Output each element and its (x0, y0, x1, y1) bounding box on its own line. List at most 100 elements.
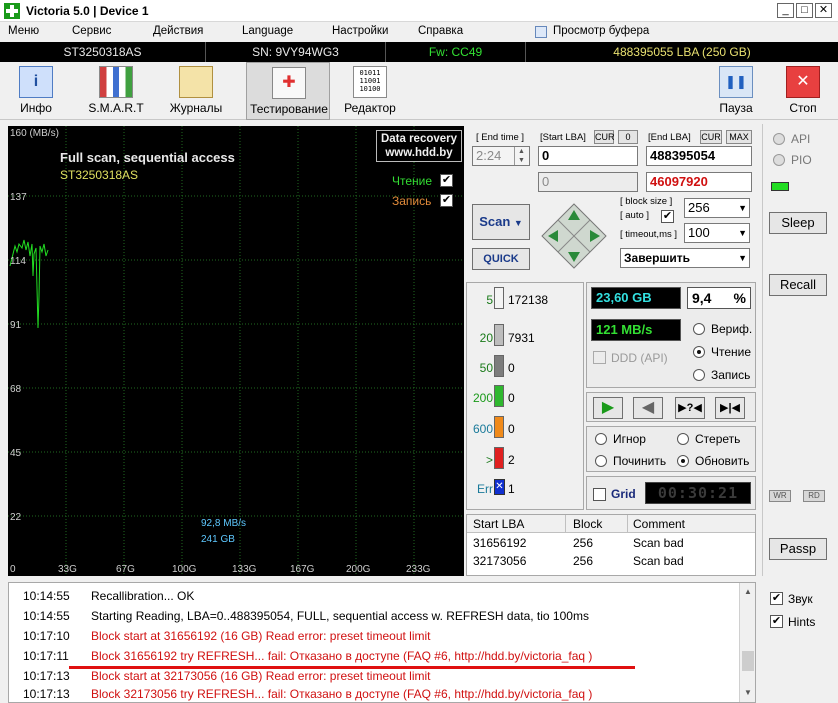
menu-settings[interactable]: Настройки (332, 25, 388, 37)
y-label-114: 114 (10, 256, 26, 267)
buffer-view-button[interactable]: Просмотр буфера (553, 25, 649, 37)
col-comment[interactable]: Comment (633, 517, 685, 531)
block-200-label: 200 (472, 391, 493, 405)
journals-button[interactable]: Журналы (156, 62, 236, 120)
start-lba-field[interactable]: 0 (538, 146, 638, 166)
stop-button[interactable]: ✕ Стоп (763, 62, 838, 120)
scroll-down-icon[interactable]: ▼ (740, 686, 755, 700)
table-row[interactable]: 31656192 256 Scan bad (467, 534, 755, 552)
end-lba-field[interactable]: 488395054 (646, 146, 752, 166)
smart-button[interactable]: S.M.A.R.T (76, 62, 156, 120)
log-line: 10:17:13 Block start at 32173056 (16 GB) … (23, 669, 431, 683)
percent-value: 9,4 (692, 290, 712, 306)
testing-button[interactable]: ✚ Тестирование (246, 62, 330, 120)
grid-checkbox[interactable] (593, 488, 606, 501)
timeout-select[interactable]: 100 ▼ (684, 223, 750, 243)
journal-icon (179, 66, 213, 98)
repair-radio[interactable] (595, 455, 607, 467)
menu-main[interactable]: Меню (8, 25, 39, 37)
row-comment: Scan bad (633, 554, 684, 568)
editor-label: Редактор (344, 101, 396, 115)
ignore-radio[interactable] (595, 433, 607, 445)
log-line: 10:17:11 Block 31656192 try REFRESH... fa… (23, 649, 592, 663)
maximize-button[interactable]: □ (796, 3, 813, 18)
row-start-lba: 31656192 (473, 536, 527, 550)
y-label-91: 91 (10, 320, 22, 331)
ddd-api-checkbox[interactable] (593, 351, 606, 364)
menu-language[interactable]: Language (242, 25, 293, 37)
block-size-select[interactable]: 256 ▼ (684, 198, 750, 218)
pio-radio[interactable] (773, 154, 785, 166)
log-time: 10:14:55 (23, 589, 70, 603)
sleep-button[interactable]: Sleep (769, 212, 827, 234)
y-label-160: 160 (MB/s) (10, 128, 59, 139)
log-scrollbar[interactable]: ▲ ▼ (739, 583, 755, 702)
log-time: 10:17:10 (23, 629, 70, 643)
row-block: 256 (573, 554, 594, 568)
read-radio[interactable] (693, 346, 705, 358)
block-600-label: 600 (472, 422, 493, 436)
minimize-button[interactable]: _ (777, 3, 794, 18)
scroll-up-icon[interactable]: ▲ (740, 585, 755, 599)
graph-write-checkbox[interactable]: ✔ (440, 194, 453, 207)
erase-radio[interactable] (677, 433, 689, 445)
x-label-33g: 33G (58, 564, 77, 575)
repair-label: Починить (613, 454, 667, 468)
block-5-label: 5 (486, 293, 493, 307)
start-lba-label: [Start LBA] (540, 132, 586, 143)
scroll-thumb[interactable] (742, 651, 754, 671)
finish-action-select[interactable]: Завершить ▼ (620, 248, 750, 268)
hints-label: Hints (788, 615, 816, 629)
current-lba-red-field: 46097920 (646, 172, 752, 192)
wr-indicator: WR (769, 490, 791, 502)
playback-panel: ▶ ◀ ▶?◀ ▶|◀ (586, 392, 756, 422)
auto-label: [ auto ] (620, 210, 650, 221)
hints-checkbox[interactable]: ✔ (770, 615, 783, 628)
menu-actions[interactable]: Действия (153, 25, 203, 37)
play-backward-icon[interactable]: ◀ (633, 397, 663, 419)
sound-label: Звук (788, 592, 813, 606)
end-time-spinner[interactable]: ▲ ▼ (514, 147, 528, 165)
options-panel: ✔ Звук ✔ Hints (762, 582, 834, 703)
info-button[interactable]: i Инфо (0, 62, 76, 120)
butterfly-seek-icon[interactable]: ▶|◀ (715, 397, 745, 419)
graph-read-checkbox[interactable]: ✔ (440, 174, 453, 187)
col-block[interactable]: Block (573, 517, 602, 531)
table-row[interactable]: 32173056 256 Scan bad (467, 552, 755, 570)
sound-checkbox[interactable]: ✔ (770, 592, 783, 605)
start-cur-button[interactable]: CUR (594, 130, 615, 144)
recall-button[interactable]: Recall (769, 274, 827, 296)
data-recovery-text: Data recovery (380, 133, 458, 145)
direction-pad[interactable] (540, 202, 608, 270)
start-zero-button[interactable]: 0 (618, 130, 638, 144)
row-block: 256 (573, 536, 594, 550)
col-start-lba[interactable]: Start LBA (473, 517, 524, 531)
play-forward-icon[interactable]: ▶ (593, 397, 623, 419)
menu-service[interactable]: Сервис (72, 25, 111, 37)
data-recovery-url: www.hdd.by (385, 147, 453, 159)
editor-button[interactable]: 01011 11001 10100 Редактор (330, 62, 410, 120)
x-label-100g: 100G (172, 564, 197, 575)
scan-mode-dropdown[interactable]: Scan ▼ (472, 204, 530, 240)
close-button[interactable]: ✕ (815, 3, 832, 18)
pio-label: PIO (791, 153, 812, 167)
graph-current-position: 241 GB (201, 534, 235, 545)
api-radio[interactable] (773, 133, 785, 145)
buffer-list-icon (535, 26, 547, 38)
block-5-swatch (494, 287, 504, 309)
percent-sign: % (733, 290, 746, 306)
block-200-swatch (494, 385, 504, 407)
end-max-button[interactable]: MAX (726, 130, 752, 144)
write-radio[interactable] (693, 369, 705, 381)
device-model: ST3250318AS (0, 42, 206, 62)
passport-button[interactable]: Passp (769, 538, 827, 560)
verify-radio[interactable] (693, 323, 705, 335)
end-cur-button[interactable]: CUR (700, 130, 722, 144)
menu-help[interactable]: Справка (418, 25, 463, 37)
quick-button[interactable]: QUICK (472, 248, 530, 270)
test-kit-icon: ✚ (272, 67, 306, 99)
block-600-swatch (494, 416, 504, 438)
random-seek-icon[interactable]: ▶?◀ (675, 397, 705, 419)
auto-checkbox[interactable]: ✔ (661, 210, 674, 223)
refresh-radio[interactable] (677, 455, 689, 467)
